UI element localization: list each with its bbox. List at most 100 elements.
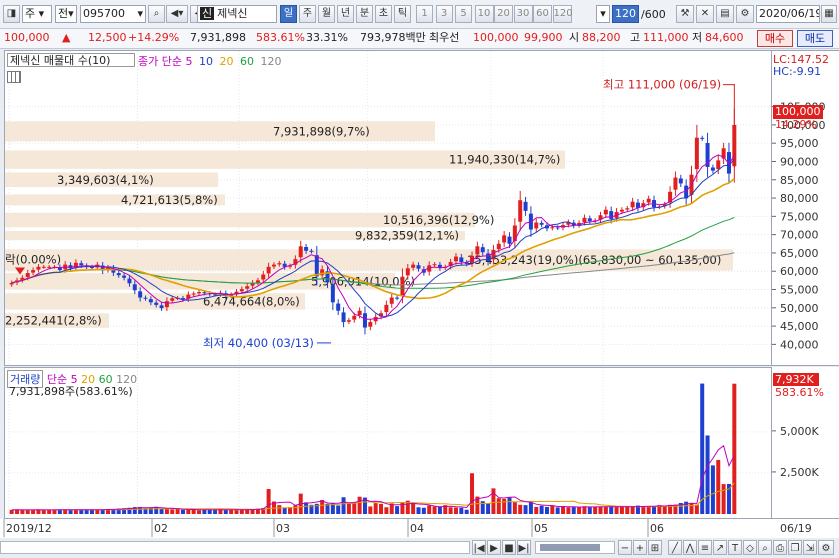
candle-body <box>89 266 94 268</box>
interval-5[interactable]: 5 <box>455 5 472 23</box>
candle-body <box>432 264 437 266</box>
volume-bar <box>320 500 325 514</box>
stop-icon[interactable]: ■ <box>502 540 516 555</box>
chart-tools-icon[interactable]: ⚒ <box>676 5 694 23</box>
candle-body <box>122 275 127 278</box>
volume-profile-label: 10,516,396(12,9%) <box>383 213 494 227</box>
date-tick-label: 05 <box>534 522 548 535</box>
volume-bar <box>341 497 346 514</box>
stock-code-value: 095700 <box>83 7 125 20</box>
save-icon[interactable]: ▤ <box>716 5 734 23</box>
interval-60[interactable]: 60 <box>533 5 552 23</box>
horizontal-scrollbar[interactable] <box>0 541 470 554</box>
candle-body <box>603 209 608 215</box>
interval-10[interactable]: 10 <box>474 5 494 23</box>
trade-amount: 793,978백만 <box>360 31 426 44</box>
volume-bar <box>384 507 389 514</box>
line-tool-icon[interactable]: ╱ <box>668 540 682 555</box>
zoom-fit-icon[interactable]: ⊞ <box>648 540 662 555</box>
zoom-in-icon[interactable]: + <box>633 540 647 555</box>
arrow-tool-icon[interactable]: ↗ <box>713 540 727 555</box>
tab-0[interactable]: 일 <box>280 5 297 23</box>
tab-6[interactable]: 틱 <box>394 5 411 23</box>
volume-bar <box>459 507 464 514</box>
volume-bar <box>266 489 271 514</box>
candle-body <box>480 247 485 253</box>
period-select[interactable]: 전▾ <box>55 5 77 23</box>
print-icon[interactable]: ⎙ <box>773 540 787 555</box>
date-input[interactable]: 2020/06/19 <box>756 5 820 23</box>
candle-body <box>475 246 480 255</box>
zoom-out-icon[interactable]: − <box>618 540 632 555</box>
volume-bar <box>593 506 598 514</box>
sound-icon[interactable]: ◀▾ <box>166 5 188 23</box>
text-tool-icon[interactable]: T <box>728 540 742 555</box>
calendar-icon[interactable]: ▦ <box>821 5 837 23</box>
settings-icon[interactable]: ⚙ <box>818 540 834 555</box>
tab-5[interactable]: 초 <box>375 5 392 23</box>
low-label: 저 <box>692 31 703 44</box>
ma-120: 120 <box>260 55 282 68</box>
candle-body <box>357 310 362 316</box>
interval-3[interactable]: 3 <box>435 5 453 23</box>
candle-body <box>143 297 148 299</box>
sell-button[interactable]: 매도 <box>797 30 833 47</box>
volume-bar <box>282 507 287 514</box>
volume-bar <box>544 506 549 514</box>
best-ask-label: 최우선 <box>429 31 460 44</box>
crosshair-icon[interactable]: ✕ <box>696 5 714 23</box>
open-label: 시 <box>569 31 580 44</box>
market-select[interactable]: 주 ▾ <box>22 5 52 23</box>
buy-button[interactable]: 매수 <box>757 30 793 47</box>
trend-tool-icon[interactable]: ⋀ <box>683 540 697 555</box>
tab-1[interactable]: 주 <box>299 5 316 23</box>
interval-20[interactable]: 20 <box>494 5 513 23</box>
gear-icon[interactable]: ⚙ <box>736 5 754 23</box>
volume-bar <box>346 503 351 514</box>
volume-bar <box>336 505 341 514</box>
stock-name-field[interactable]: 신 제넥신 <box>197 5 277 23</box>
volume-bar <box>411 503 416 514</box>
volume-bar <box>352 502 357 514</box>
price-tick-label: 60,000 <box>780 265 819 278</box>
grid-icon[interactable] <box>7 71 21 83</box>
price-chart-panel[interactable]: 7,931,898(9,7%) 11,940,330(14,7%) 3,349,60… <box>4 50 772 366</box>
volume-bar <box>427 505 432 514</box>
volume-bar <box>732 383 737 514</box>
play-icon[interactable]: ▶ <box>487 540 501 555</box>
price-tick-label: 85,000 <box>780 174 819 187</box>
tab-2[interactable]: 월 <box>318 5 335 23</box>
count-dropdown[interactable]: ▾ <box>596 5 610 23</box>
eraser-icon[interactable]: ◇ <box>743 540 757 555</box>
indicator-title-box[interactable]: 제넥신 매물대 수(10) <box>7 53 135 67</box>
volume-chart-panel[interactable]: 거래량 단순 5 20 60 120 7,931,898주(583.61%) <box>4 367 772 519</box>
volume-bar <box>496 498 501 514</box>
copy-icon[interactable]: ❐ <box>788 540 802 555</box>
volume-rate: 583.61% <box>256 31 305 44</box>
window-menu-icon[interactable]: ◨ <box>3 5 20 23</box>
up-arrow-icon: ▲ <box>62 31 71 44</box>
interval-120[interactable]: 120 <box>552 5 573 23</box>
volume-bar <box>170 509 175 514</box>
count-input[interactable]: 120 <box>612 5 639 23</box>
high-annotation: 최고 111,000 (06/19) <box>603 78 721 92</box>
zoom-slider[interactable] <box>535 541 615 554</box>
stock-code-input[interactable]: 095700 ▾ <box>80 5 146 23</box>
tab-3[interactable]: 년 <box>337 5 354 23</box>
interval-30[interactable]: 30 <box>513 5 533 23</box>
price-tick-label: 75,000 <box>780 210 819 223</box>
scroll-start-icon[interactable]: |◀ <box>472 540 486 555</box>
interval-1[interactable]: 1 <box>416 5 433 23</box>
volume-bar <box>239 509 244 514</box>
volume-profile-band <box>5 121 435 142</box>
tab-4[interactable]: 분 <box>356 5 373 23</box>
scroll-end-icon[interactable]: ▶| <box>517 540 531 555</box>
magnify-icon[interactable]: ⌕ <box>758 540 772 555</box>
export-icon[interactable]: ⇲ <box>803 540 817 555</box>
volume-bar <box>277 505 282 514</box>
toolbar: ◨ 주 ▾ 전▾ 095700▾ ⌕ ◀▾ ◂ 신제넥신 일주월년분초틱 135… <box>0 0 839 29</box>
high-label: 고 <box>630 31 641 44</box>
fibo-tool-icon[interactable]: ≡ <box>698 540 712 555</box>
search-icon[interactable]: ⌕ <box>148 5 165 23</box>
current-rate-tag: 14.29% <box>775 118 817 131</box>
